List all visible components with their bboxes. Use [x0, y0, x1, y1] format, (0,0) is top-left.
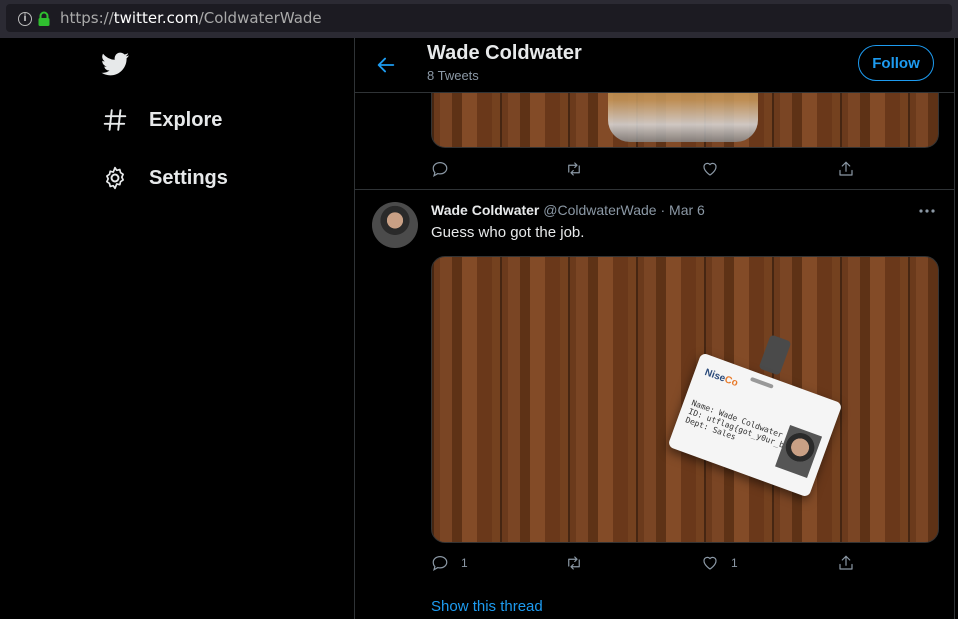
- tweet-header: Wade Coldwater @ColdwaterWade · Mar 6: [431, 202, 705, 218]
- reply-button[interactable]: [431, 160, 449, 178]
- nav-explore-label: Explore: [149, 108, 223, 131]
- url-path: /ColdwaterWade: [198, 9, 322, 27]
- badge-slot: [749, 376, 774, 389]
- separator-dot: ·: [660, 202, 666, 218]
- retweet-icon: [568, 162, 580, 176]
- tweet-count: 8 Tweets: [427, 68, 479, 83]
- timeline-column: Wade Coldwater 8 Tweets Follow Wade Cold…: [354, 38, 955, 619]
- previous-tweet-image[interactable]: [431, 92, 939, 148]
- tweet-image[interactable]: NiseCo Name: Wade Coldwater ID: utflag{g…: [431, 256, 939, 543]
- nav-settings-label: Settings: [149, 166, 228, 189]
- follow-button[interactable]: Follow: [858, 45, 934, 81]
- share-icon: [839, 161, 853, 176]
- back-arrow-icon[interactable]: [375, 54, 397, 76]
- url-host: twitter.com: [113, 9, 199, 27]
- address-bar[interactable]: i https://twitter.com/ColdwaterWade: [6, 4, 952, 32]
- share-button[interactable]: [837, 160, 855, 178]
- url-text[interactable]: https://twitter.com/ColdwaterWade: [60, 9, 322, 27]
- id-badge: NiseCo Name: Wade Coldwater ID: utflag{g…: [667, 352, 843, 498]
- tweet-date[interactable]: Mar 6: [669, 202, 705, 218]
- url-prefix: https://: [60, 9, 114, 27]
- like-button[interactable]: [701, 160, 719, 178]
- tweet-actions: 1 1: [431, 554, 861, 576]
- lock-icon: [38, 11, 50, 26]
- like-button[interactable]: 1: [701, 554, 738, 572]
- badge-logo-suffix: Co: [723, 374, 740, 390]
- retweet-button[interactable]: [565, 160, 583, 178]
- gear-icon: [106, 166, 124, 190]
- info-icon[interactable]: i: [18, 12, 32, 26]
- reply-icon: [432, 162, 448, 177]
- profile-name: Wade Coldwater: [427, 42, 582, 64]
- reply-count: 1: [461, 556, 468, 570]
- like-count: 1: [731, 556, 738, 570]
- share-icon: [839, 555, 853, 570]
- browser-toolbar: i https://twitter.com/ColdwaterWade: [0, 0, 958, 38]
- badge-logo: NiseCo: [703, 367, 739, 389]
- hashtag-icon: [103, 109, 127, 131]
- heart-icon: [703, 556, 717, 570]
- glass-image-detail: [608, 92, 758, 142]
- twitter-bird-icon[interactable]: [100, 50, 131, 78]
- profile-header: Wade Coldwater 8 Tweets Follow: [355, 38, 954, 93]
- show-thread-link[interactable]: Show this thread: [431, 598, 543, 615]
- share-button[interactable]: [837, 554, 855, 572]
- tweet-divider: [355, 189, 954, 190]
- tweet-handle[interactable]: @ColdwaterWade: [543, 202, 656, 218]
- nav-settings[interactable]: Settings: [102, 163, 228, 193]
- previous-tweet-actions: [431, 160, 861, 182]
- badge-clip: [758, 334, 792, 376]
- tweet-author[interactable]: Wade Coldwater: [431, 202, 539, 218]
- retweet-button[interactable]: [565, 554, 583, 572]
- nav-explore[interactable]: Explore: [102, 105, 222, 135]
- reply-button[interactable]: 1: [431, 554, 468, 572]
- tweet-text: Guess who got the job.: [431, 224, 585, 241]
- heart-icon: [703, 162, 717, 176]
- more-options-icon[interactable]: [918, 204, 936, 218]
- retweet-icon: [568, 556, 580, 570]
- reply-icon: [432, 556, 448, 571]
- avatar[interactable]: [372, 202, 418, 248]
